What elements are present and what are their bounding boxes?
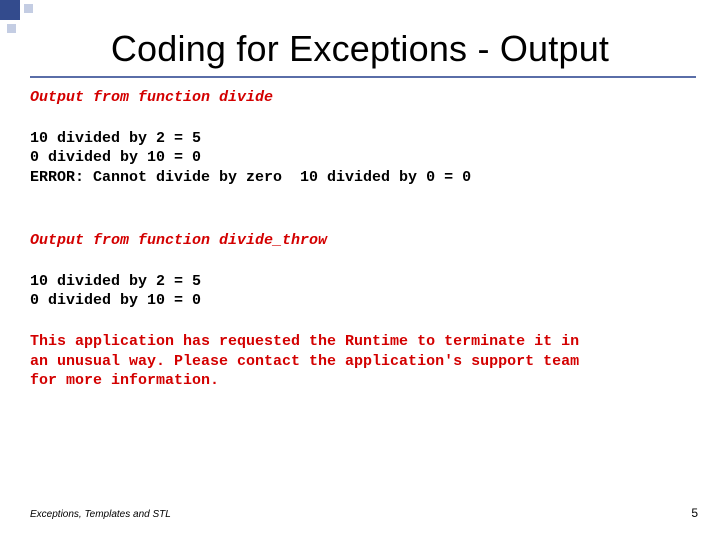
section1-header: Output from function divide [30, 88, 696, 107]
section2-header: Output from function divide_throw [30, 231, 696, 250]
deco-square-small-top [24, 4, 33, 13]
page-number: 5 [691, 506, 698, 520]
section1-output: 10 divided by 2 = 5 0 divided by 10 = 0 … [30, 129, 696, 187]
slide-content: Output from function divide 10 divided b… [30, 88, 696, 390]
slide-title: Coding for Exceptions - Output [0, 28, 720, 70]
section2-output: 10 divided by 2 = 5 0 divided by 10 = 0 [30, 272, 696, 310]
section2-error-message: This application has requested the Runti… [30, 332, 696, 390]
deco-square-large [0, 0, 20, 20]
title-underline [30, 76, 696, 78]
footer-label: Exceptions, Templates and STL [30, 509, 171, 520]
